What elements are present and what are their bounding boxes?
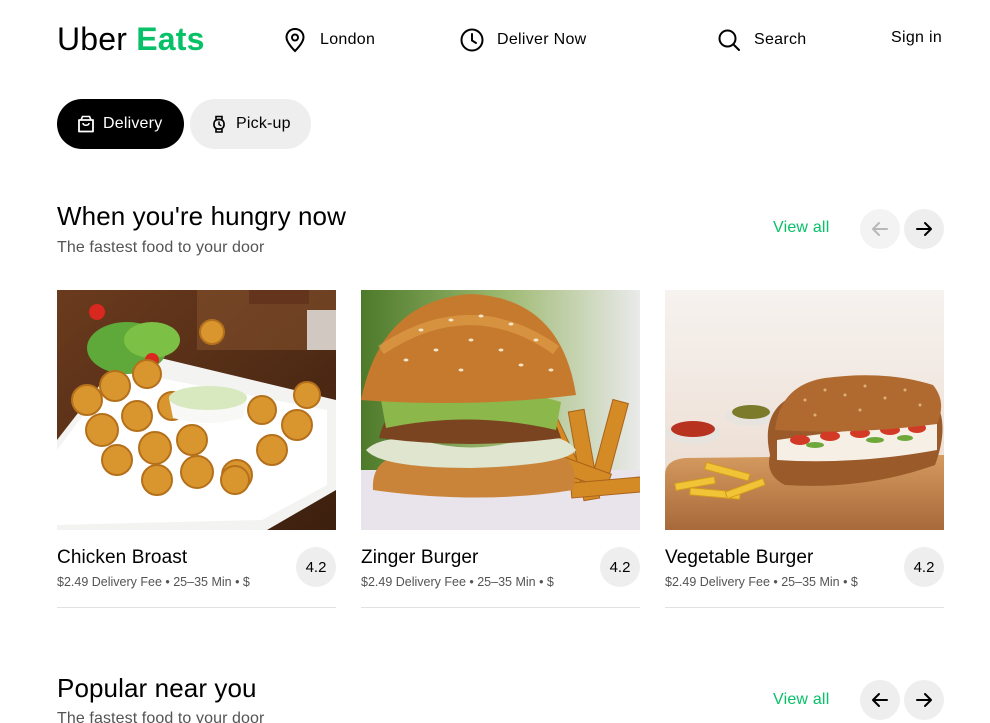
pickup-mode-label: Pick-up [236, 115, 291, 132]
burger-with-fries-photo [361, 290, 640, 530]
restaurant-meta: $2.49 Delivery Fee • 25–35 Min • $ [57, 575, 250, 589]
section-subtitle-hungry-now: The fastest food to your door [57, 239, 265, 256]
view-all-hungry-now-link[interactable]: View all [773, 219, 829, 237]
section-title-hungry-now: When you're hungry now [57, 201, 346, 231]
card-divider [361, 607, 640, 608]
restaurant-card[interactable]: Chicken Broast $2.49 Delivery Fee • 25–3… [57, 290, 336, 608]
delivery-mode-button[interactable]: Delivery [57, 99, 184, 149]
pickup-mode-button[interactable]: Pick-up [190, 99, 311, 149]
restaurant-name: Chicken Broast [57, 547, 188, 568]
view-all-popular-link[interactable]: View all [773, 691, 829, 709]
shopping-bag-icon [76, 114, 96, 134]
search-button[interactable]: Search [716, 26, 807, 54]
restaurant-name: Vegetable Burger [665, 547, 814, 568]
restaurant-name: Zinger Burger [361, 547, 479, 568]
restaurant-meta: $2.49 Delivery Fee • 25–35 Min • $ [361, 575, 554, 589]
arrow-left-icon [872, 693, 888, 707]
rating-badge: 4.2 [296, 547, 336, 587]
carousel-next-button[interactable] [904, 209, 944, 249]
restaurant-meta: $2.49 Delivery Fee • 25–35 Min • $ [665, 575, 858, 589]
search-label: Search [754, 31, 807, 48]
delivery-mode-label: Delivery [103, 115, 163, 132]
clock-icon [459, 27, 485, 53]
location-label: London [320, 31, 376, 48]
card-divider [665, 607, 944, 608]
rating-badge: 4.2 [904, 547, 944, 587]
card-divider [57, 607, 336, 608]
section-subtitle-popular: The fastest food to your door [57, 710, 265, 723]
veg-sub-sandwich-photo [665, 290, 944, 530]
restaurant-card[interactable]: Zinger Burger $2.49 Delivery Fee • 25–35… [361, 290, 640, 608]
carousel-prev-button[interactable] [860, 680, 900, 720]
arrow-left-icon [872, 222, 888, 236]
uber-eats-logo[interactable]: Uber Eats [57, 20, 205, 58]
top-header: Uber Eats London Deliver Now Search Sign… [0, 0, 990, 80]
fried-chicken-plate-photo [57, 290, 336, 530]
search-icon [716, 27, 742, 53]
sign-in-link[interactable]: Sign in [891, 29, 942, 47]
section-title-popular: Popular near you [57, 673, 257, 703]
arrow-right-icon [916, 222, 932, 236]
carousel-next-button[interactable] [904, 680, 944, 720]
carousel-prev-button[interactable] [860, 209, 900, 249]
time-label: Deliver Now [497, 31, 587, 48]
restaurant-card[interactable]: Vegetable Burger $2.49 Delivery Fee • 25… [665, 290, 944, 608]
pickup-person-icon [209, 114, 229, 134]
map-pin-icon [282, 27, 308, 53]
delivery-time-selector[interactable]: Deliver Now [459, 26, 587, 54]
location-selector[interactable]: London [282, 26, 375, 54]
arrow-right-icon [916, 693, 932, 707]
rating-badge: 4.2 [600, 547, 640, 587]
